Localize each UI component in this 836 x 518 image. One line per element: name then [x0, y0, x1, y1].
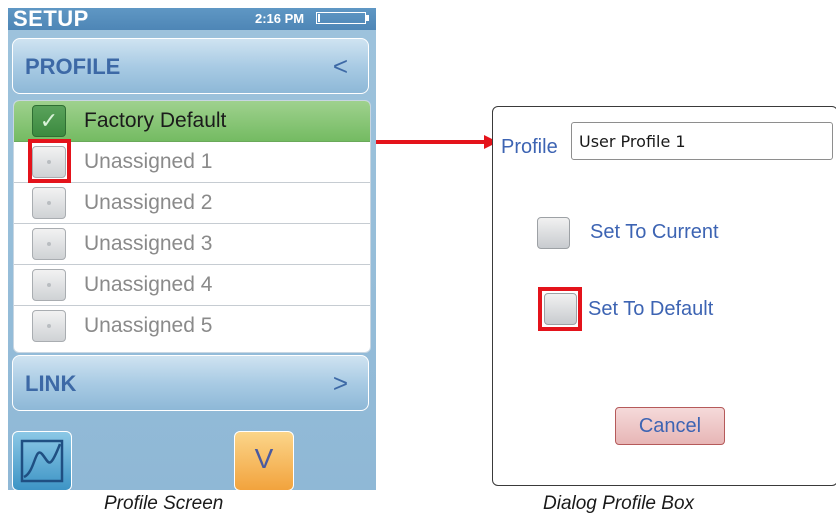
profile-row-unassigned-4[interactable]: Unassigned 4 [14, 265, 370, 306]
battery-level [318, 14, 320, 22]
profile-checkbox[interactable] [32, 228, 66, 260]
profile-label: Unassigned 3 [84, 232, 213, 255]
profile-row-unassigned-2[interactable]: Unassigned 2 [14, 183, 370, 224]
profile-label: Unassigned 2 [84, 191, 213, 214]
profile-name-input[interactable] [571, 122, 833, 160]
profile-row-unassigned-5[interactable]: Unassigned 5 [14, 306, 370, 347]
dialog-caption: Dialog Profile Box [543, 493, 695, 514]
profile-label: Unassigned 5 [84, 314, 213, 337]
profile-label: Profile [501, 136, 558, 158]
cancel-button[interactable]: Cancel [615, 407, 725, 445]
profile-checkbox[interactable] [32, 269, 66, 301]
profile-row-factory-default[interactable]: ✓ Factory Default [14, 101, 370, 142]
highlight-box [538, 287, 582, 331]
screen-title: SETUP [13, 6, 89, 31]
graph-icon [20, 439, 64, 483]
checkbox-dot [47, 283, 51, 287]
link-section-title: LINK [25, 371, 77, 396]
profile-label: Factory Default [84, 109, 227, 132]
set-to-current-label: Set To Current [590, 221, 719, 243]
profile-section-title: PROFILE [25, 54, 121, 79]
graph-button[interactable] [12, 431, 72, 491]
battery-cap [366, 15, 369, 21]
profile-screen: SETUP 2:16 PM PROFILE < ✓ Factory Defaul… [8, 8, 376, 491]
checkbox-dot [47, 242, 51, 246]
checkbox-dot [47, 201, 51, 205]
clock: 2:16 PM [255, 11, 305, 26]
down-button[interactable]: V [234, 431, 294, 491]
highlight-box [28, 139, 71, 183]
profile-screen-caption: Profile Screen [104, 493, 224, 514]
checkbox-dot [47, 324, 51, 328]
link-section-header[interactable]: LINK > [12, 355, 369, 411]
profile-list: ✓ Factory Default Unassigned 1 Unassigne… [13, 100, 371, 353]
status-bar: SETUP 2:16 PM [8, 8, 376, 30]
profile-row-unassigned-3[interactable]: Unassigned 3 [14, 224, 370, 265]
expand-arrow-icon[interactable]: > [333, 369, 348, 397]
connector-arrow-icon [376, 135, 498, 149]
collapse-arrow-icon[interactable]: < [333, 52, 348, 80]
battery-icon [316, 12, 366, 24]
set-to-current-checkbox[interactable] [537, 217, 570, 249]
profile-checkbox[interactable] [32, 310, 66, 342]
profile-label: Unassigned 1 [84, 150, 213, 173]
profile-dialog: Profile Set To Current Set To Default Ca… [492, 106, 836, 486]
profile-checkbox[interactable] [32, 187, 66, 219]
profile-checkbox[interactable]: ✓ [32, 105, 66, 137]
chevron-down-icon: V [254, 443, 274, 474]
set-to-default-label: Set To Default [588, 298, 714, 320]
profile-section-header[interactable]: PROFILE < [12, 38, 369, 94]
checkmark-icon: ✓ [39, 108, 59, 133]
profile-label: Unassigned 4 [84, 273, 213, 296]
